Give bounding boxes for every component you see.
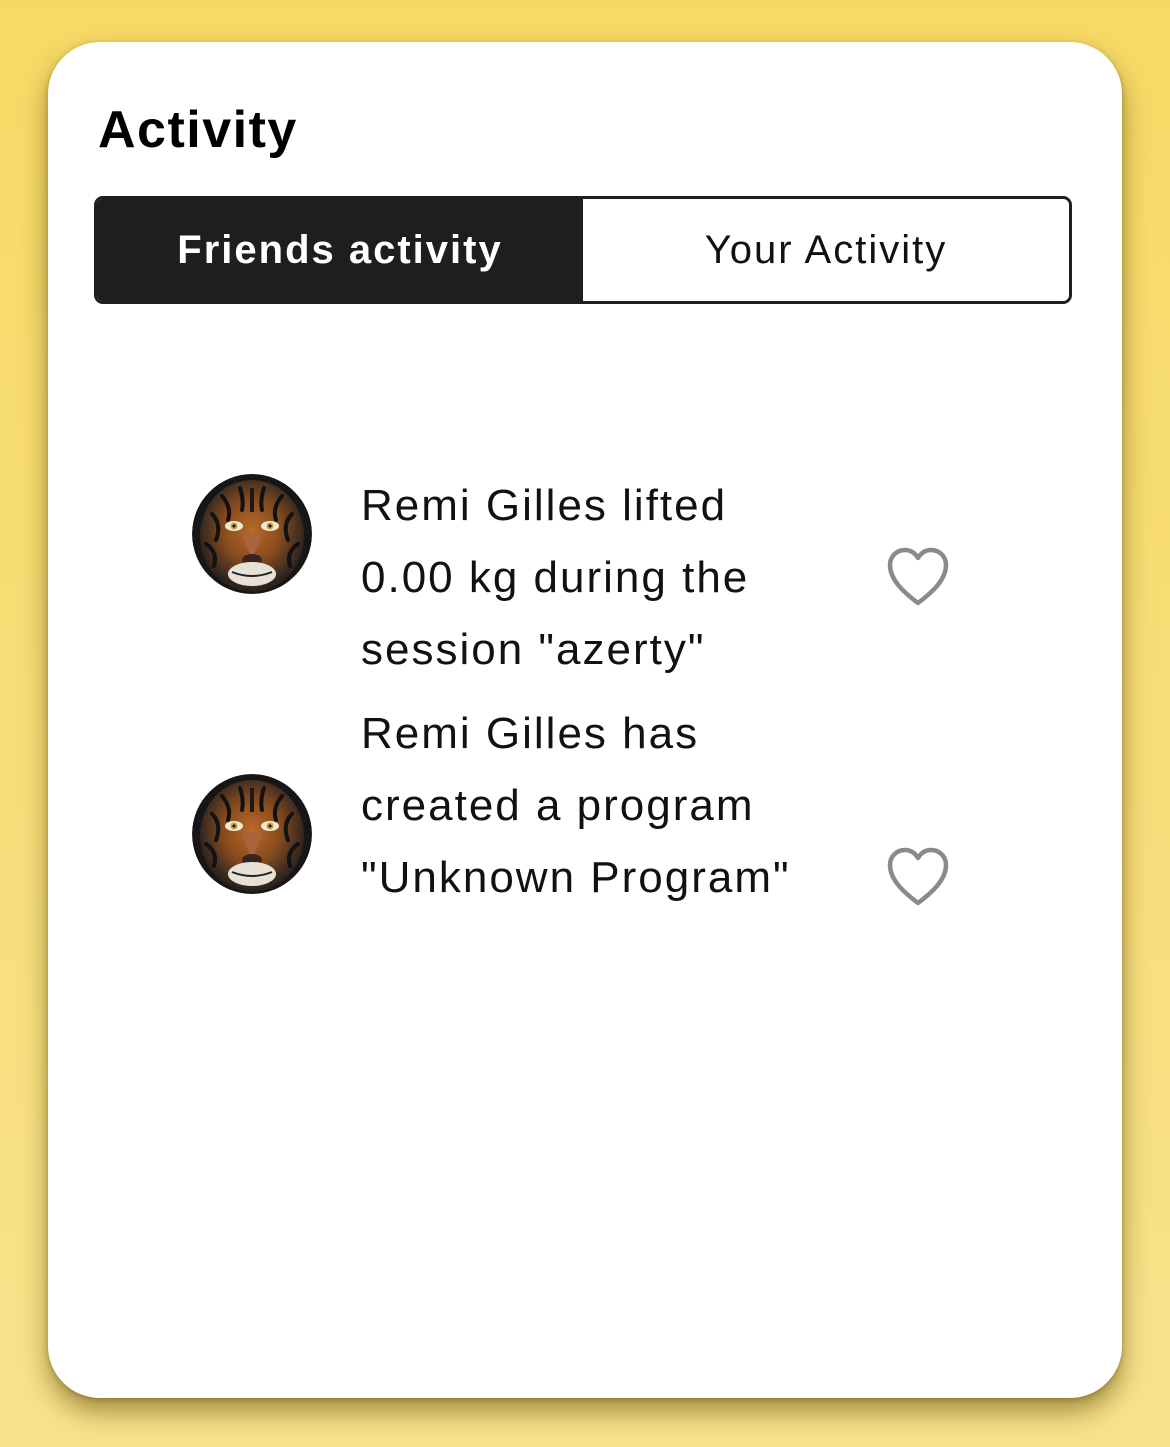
like-button[interactable] — [884, 546, 952, 608]
like-button[interactable] — [884, 846, 952, 908]
activity-text: Remi Gilles lifted 0.00 kg during the se… — [361, 481, 750, 674]
tiger-avatar-icon — [192, 474, 312, 594]
heart-outline-icon — [887, 847, 949, 906]
activity-tabs: Friends activity Your Activity — [94, 196, 1072, 304]
tab-friends-activity[interactable]: Friends activity — [97, 199, 583, 301]
page-title: Activity — [98, 101, 298, 159]
avatar — [192, 474, 312, 594]
heart-outline-icon — [887, 547, 949, 606]
avatar — [192, 774, 312, 894]
activity-card: Activity Friends activity Your Activity — [48, 42, 1122, 1398]
activity-text: Remi Gilles has created a program "Unkno… — [361, 709, 791, 902]
tiger-avatar-icon — [192, 774, 312, 894]
tab-your-activity[interactable]: Your Activity — [583, 199, 1069, 301]
